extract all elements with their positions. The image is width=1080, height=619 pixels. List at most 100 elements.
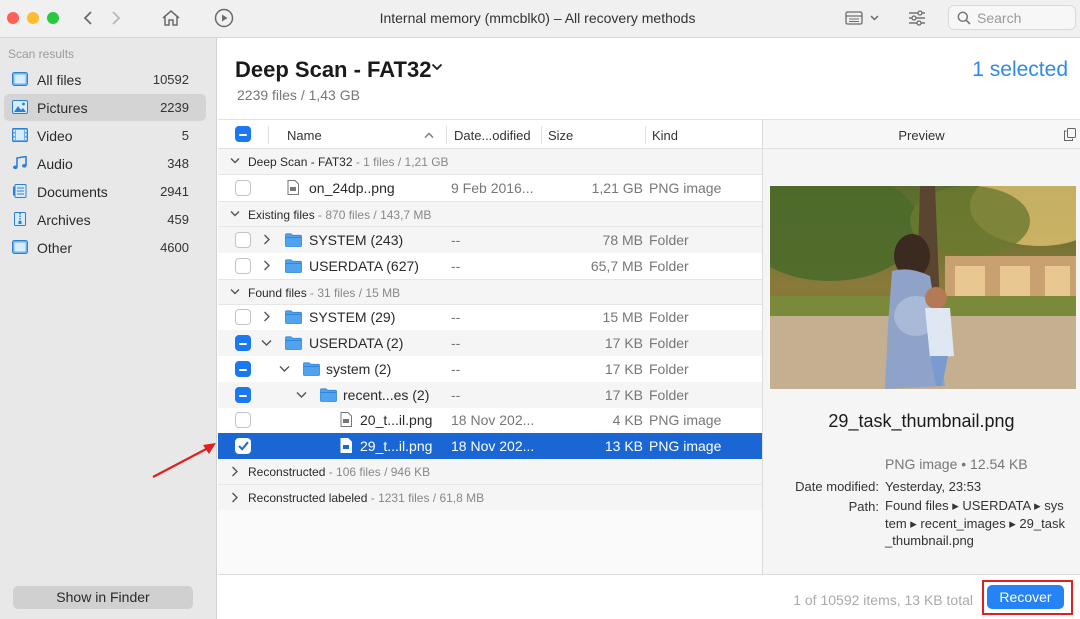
file-size: 65,7 MB xyxy=(590,258,643,274)
table-row[interactable]: USERDATA (627) -- 65,7 MB Folder xyxy=(218,253,763,279)
chevron-down-icon[interactable] xyxy=(230,288,240,296)
file-date: 18 Nov 202... xyxy=(451,438,535,454)
folder-icon xyxy=(303,362,320,376)
file-date: -- xyxy=(451,335,461,351)
folder-icon xyxy=(320,388,337,402)
group-header-deep-scan[interactable]: Deep Scan - FAT32 - 1 files / 1,21 GB xyxy=(218,149,763,175)
sidebar-item-label: Video xyxy=(37,127,73,144)
table-row-selected[interactable]: 29_t...il.png 18 Nov 202... 13 KB PNG im… xyxy=(218,433,763,459)
png-file-icon xyxy=(340,412,352,427)
resume-scan-icon[interactable] xyxy=(213,6,235,30)
table-row[interactable]: 20_t...il.png 18 Nov 202... 4 KB PNG ima… xyxy=(218,407,763,433)
chevron-right-icon[interactable] xyxy=(231,492,239,503)
file-name: USERDATA (627) xyxy=(309,258,419,274)
all-files-icon xyxy=(12,72,28,86)
file-kind: Folder xyxy=(649,258,689,274)
selected-count[interactable]: 1 selected xyxy=(972,58,1068,82)
column-header-name[interactable]: Name xyxy=(287,128,322,143)
path-label: Path: xyxy=(848,499,879,514)
group-header-found-files[interactable]: Found files - 31 files / 15 MB xyxy=(218,279,763,305)
show-in-finder-button[interactable]: Show in Finder xyxy=(13,586,193,609)
other-icon xyxy=(12,240,28,254)
pictures-icon xyxy=(12,100,28,114)
column-header-size[interactable]: Size xyxy=(548,128,573,143)
sidebar-item-count: 459 xyxy=(167,212,189,227)
row-checkbox[interactable] xyxy=(235,387,251,403)
group-header-reconstructed-labeled[interactable]: Reconstructed labeled - 1231 files / 61,… xyxy=(218,485,763,511)
chevron-down-icon[interactable] xyxy=(261,339,272,347)
row-checkbox[interactable] xyxy=(235,412,251,428)
select-all-checkbox[interactable] xyxy=(235,126,251,142)
group-header-existing-files[interactable]: Existing files - 870 files / 143,7 MB xyxy=(218,201,763,227)
forward-icon[interactable] xyxy=(108,6,124,30)
path-value[interactable]: Found files ▸ USERDATA ▸ system ▸ recent… xyxy=(885,497,1065,550)
folder-icon xyxy=(285,336,302,350)
chevron-right-icon[interactable] xyxy=(263,234,271,245)
sort-ascending-icon[interactable] xyxy=(424,132,434,139)
file-kind: Folder xyxy=(649,309,689,325)
column-header-date[interactable]: Date...odified xyxy=(454,128,531,143)
chevron-down-icon[interactable] xyxy=(230,210,240,218)
search-icon xyxy=(957,11,971,25)
table-row[interactable]: SYSTEM (243) -- 78 MB Folder xyxy=(218,227,763,253)
sidebar: Scan results All files 10592 Pictures 22… xyxy=(0,38,217,619)
close-window-button[interactable] xyxy=(7,12,19,24)
table-row[interactable]: SYSTEM (29) -- 15 MB Folder xyxy=(218,304,763,330)
table-row[interactable]: recent...es (2) -- 17 KB Folder xyxy=(218,382,763,408)
sidebar-item-audio[interactable]: Audio 348 xyxy=(4,150,206,177)
group-title: Existing files - 870 files / 143,7 MB xyxy=(248,208,432,222)
sidebar-item-archives[interactable]: Archives 459 xyxy=(4,206,206,233)
row-checkbox[interactable] xyxy=(235,361,251,377)
file-size: 17 KB xyxy=(604,387,643,403)
png-file-icon xyxy=(287,180,299,195)
archives-icon xyxy=(14,212,26,226)
preview-filename: 29_task_thumbnail.png xyxy=(828,411,1015,431)
group-header-reconstructed[interactable]: Reconstructed - 106 files / 946 KB xyxy=(218,459,763,485)
recover-button[interactable]: Recover xyxy=(987,585,1064,609)
back-icon[interactable] xyxy=(80,6,96,30)
sidebar-item-documents[interactable]: Documents 2941 xyxy=(4,178,206,205)
table-row[interactable]: on_24dp..png 9 Feb 2016... 1,21 GB PNG i… xyxy=(218,175,763,201)
search-field[interactable] xyxy=(948,5,1076,30)
group-title: Reconstructed labeled - 1231 files / 61,… xyxy=(248,491,485,505)
bottom-bar: 1 of 10592 items, 13 KB total xyxy=(218,574,1080,619)
scan-title[interactable]: Deep Scan - FAT32 xyxy=(235,57,431,83)
row-checkbox-checked[interactable] xyxy=(235,438,251,454)
sidebar-item-video[interactable]: Video 5 xyxy=(4,122,206,149)
sidebar-item-other[interactable]: Other 4600 xyxy=(4,234,206,261)
chevron-right-icon[interactable] xyxy=(231,466,239,477)
date-modified-label: Date modified: xyxy=(795,479,879,494)
file-date: -- xyxy=(451,258,461,274)
row-checkbox[interactable] xyxy=(235,335,251,351)
chevron-down-icon[interactable] xyxy=(279,365,290,373)
table-row[interactable]: system (2) -- 17 KB Folder xyxy=(218,356,763,382)
home-icon[interactable] xyxy=(160,6,182,30)
table-row[interactable]: USERDATA (2) -- 17 KB Folder xyxy=(218,330,763,356)
chevron-right-icon[interactable] xyxy=(263,311,271,322)
filter-settings-icon[interactable] xyxy=(906,6,928,30)
row-checkbox[interactable] xyxy=(235,258,251,274)
minimize-window-button[interactable] xyxy=(27,12,39,24)
zoom-window-button[interactable] xyxy=(47,12,59,24)
group-title: Reconstructed - 106 files / 946 KB xyxy=(248,465,431,479)
view-mode-icon[interactable] xyxy=(845,6,883,30)
sidebar-item-count: 10592 xyxy=(152,72,189,87)
column-header-kind[interactable]: Kind xyxy=(652,128,678,143)
group-title: Found files - 31 files / 15 MB xyxy=(248,286,401,300)
preview-image xyxy=(770,186,1076,389)
file-kind: Folder xyxy=(649,361,689,377)
row-checkbox[interactable] xyxy=(235,232,251,248)
chevron-right-icon[interactable] xyxy=(263,260,271,271)
copy-icon[interactable] xyxy=(1064,128,1076,141)
row-checkbox[interactable] xyxy=(235,180,251,196)
chevron-down-icon[interactable] xyxy=(431,63,443,71)
chevron-down-icon[interactable] xyxy=(230,157,240,165)
sidebar-item-label: Archives xyxy=(37,211,91,228)
sidebar-item-pictures[interactable]: Pictures 2239 xyxy=(4,94,206,121)
sidebar-item-label: Documents xyxy=(37,183,108,200)
row-checkbox[interactable] xyxy=(235,309,251,325)
search-input[interactable] xyxy=(977,9,1067,26)
chevron-down-icon[interactable] xyxy=(296,391,307,399)
checkmark-icon xyxy=(238,441,249,451)
sidebar-item-all-files[interactable]: All files 10592 xyxy=(4,66,206,93)
